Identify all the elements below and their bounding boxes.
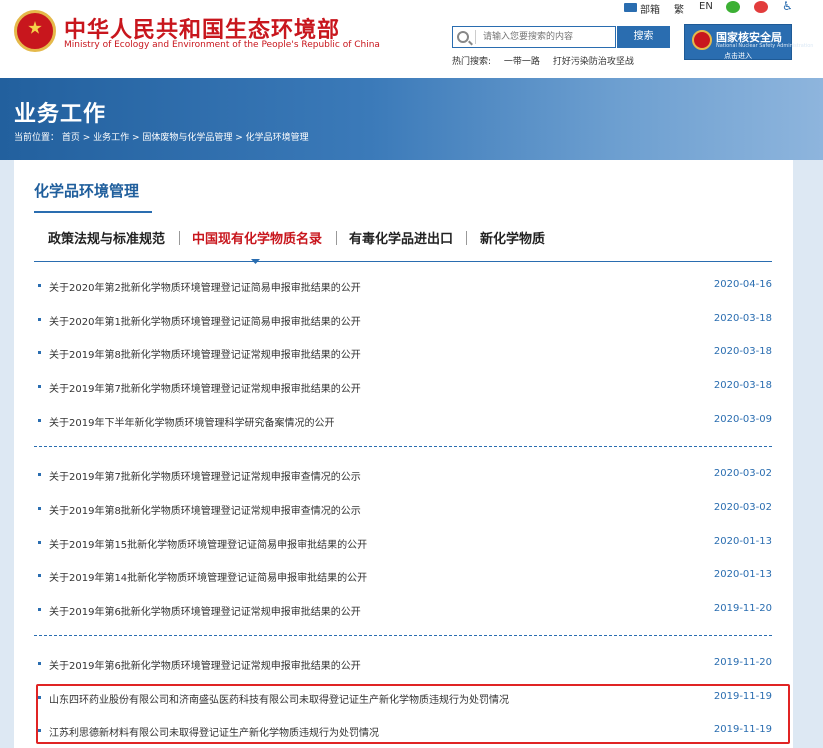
traditional-chinese-link[interactable]: 繁 [674, 1, 684, 16]
nsa-name-en: National Nuclear Safety Administration [716, 43, 814, 49]
article-date: 2020-01-13 [713, 569, 772, 580]
article-date: 2020-03-02 [713, 468, 772, 479]
search-button[interactable]: 搜索 [617, 26, 670, 48]
accessibility-icon: ♿ [782, 0, 793, 13]
article-title[interactable]: 关于2019年第6批新化学物质环境管理登记证常规申报审批结果的公开 [49, 603, 361, 618]
wechat-icon [726, 1, 740, 13]
group-divider [34, 446, 772, 447]
article-date: 2020-03-18 [713, 346, 772, 357]
article-date: 2020-03-02 [713, 502, 772, 513]
article-title[interactable]: 关于2019年第6批新化学物质环境管理登记证常规申报审批结果的公开 [49, 657, 361, 672]
tab-divider [336, 231, 337, 245]
group-divider [34, 635, 772, 636]
mail-icon [624, 3, 637, 12]
article-date: 2019-11-20 [713, 657, 772, 668]
article-title[interactable]: 关于2020年第1批新化学物质环境管理登记证简易申报审批结果的公开 [49, 313, 361, 328]
search-icon [457, 31, 469, 43]
bullet-icon [38, 608, 41, 611]
mail-label: 部箱 [640, 5, 660, 16]
section-title-underline [34, 211, 152, 213]
bullet-icon [38, 318, 41, 321]
tab-existing-chemicals[interactable]: 中国现有化学物质名录 [192, 228, 322, 247]
article-date: 2020-03-09 [713, 414, 772, 425]
list-item[interactable]: 关于2019年第8批新化学物质环境管理登记证常规申报审查情况的公示 2020-0… [34, 499, 772, 519]
nsa-emblem-icon [692, 30, 712, 50]
bullet-icon [38, 284, 41, 287]
tab-divider [179, 231, 180, 245]
section-banner: 业务工作 当前位置： 首页 > 业务工作 > 固体废物与化学品管理 > 化学品环… [0, 78, 823, 160]
bullet-icon [38, 574, 41, 577]
tab-new-chemicals[interactable]: 新化学物质 [480, 228, 545, 247]
bullet-icon [38, 419, 41, 422]
list-item[interactable]: 关于2020年第2批新化学物质环境管理登记证简易申报审批结果的公开 2020-0… [34, 276, 772, 296]
list-item[interactable]: 关于2019年第7批新化学物质环境管理登记证常规申报审查情况的公示 2020-0… [34, 465, 772, 485]
article-date: 2020-03-18 [713, 313, 772, 324]
article-title[interactable]: 关于2019年第7批新化学物质环境管理登记证常规申报审批结果的公开 [49, 380, 361, 395]
list-item[interactable]: 关于2019年第8批新化学物质环境管理登记证常规申报审批结果的公开 2020-0… [34, 343, 772, 363]
hot-search-item[interactable]: 打好污染防治攻坚战 [553, 57, 634, 67]
nsa-enter-label: 点击进入 [724, 52, 752, 60]
national-emblem-icon[interactable] [14, 10, 56, 52]
list-item[interactable]: 关于2019年第14批新化学物质环境管理登记证简易申报审批结果的公开 2020-… [34, 566, 772, 586]
search-input[interactable] [483, 29, 613, 45]
tab-bar-underline [34, 261, 772, 262]
bullet-icon [38, 385, 41, 388]
highlight-box [36, 684, 790, 744]
bullet-icon [38, 473, 41, 476]
list-item[interactable]: 关于2020年第1批新化学物质环境管理登记证简易申报审批结果的公开 2020-0… [34, 310, 772, 330]
english-link[interactable]: EN [699, 1, 713, 12]
hot-search-label: 热门搜索: [452, 57, 492, 67]
list-item[interactable]: 关于2019年下半年新化学物质环境管理科学研究备案情况的公开 2020-03-0… [34, 411, 772, 431]
section-title: 化学品环境管理 [34, 182, 140, 200]
list-item[interactable]: 关于2019年第6批新化学物质环境管理登记证常规申报审批结果的公开 2019-1… [34, 600, 772, 620]
bullet-icon [38, 351, 41, 354]
nsa-link-banner[interactable]: 国家核安全局 National Nuclear Safety Administr… [684, 24, 813, 60]
list-item[interactable]: 关于2019年第7批新化学物质环境管理登记证常规申报审批结果的公开 2020-0… [34, 377, 772, 397]
hot-search-item[interactable]: 一带一路 [504, 57, 540, 67]
weibo-icon [754, 1, 768, 13]
org-name-en: Ministry of Ecology and Environment of t… [64, 40, 380, 50]
tab-toxic-chemicals-import-export[interactable]: 有毒化学品进出口 [349, 228, 453, 247]
page-title: 业务工作 [14, 102, 107, 127]
search-divider [475, 30, 476, 44]
article-title[interactable]: 关于2019年第15批新化学物质环境管理登记证简易申报审批结果的公开 [49, 536, 367, 551]
bullet-icon [38, 541, 41, 544]
breadcrumb[interactable]: 当前位置： 首页 > 业务工作 > 固体废物与化学品管理 > 化学品环境管理 [14, 130, 309, 143]
article-date: 2020-01-13 [713, 536, 772, 547]
site-header: 中华人民共和国生态环境部 Ministry of Ecology and Env… [0, 0, 823, 78]
article-title[interactable]: 关于2020年第2批新化学物质环境管理登记证简易申报审批结果的公开 [49, 279, 361, 294]
article-title[interactable]: 关于2019年第7批新化学物质环境管理登记证常规申报审查情况的公示 [49, 468, 361, 483]
list-item[interactable]: 关于2019年第6批新化学物质环境管理登记证常规申报审批结果的公开 2019-1… [34, 654, 772, 674]
article-date: 2020-03-18 [713, 380, 772, 391]
bullet-icon [38, 507, 41, 510]
article-date: 2020-04-16 [713, 279, 772, 290]
tab-divider [466, 231, 467, 245]
list-item[interactable]: 关于2019年第15批新化学物质环境管理登记证简易申报审批结果的公开 2020-… [34, 533, 772, 553]
bullet-icon [38, 662, 41, 665]
article-title[interactable]: 关于2019年第8批新化学物质环境管理登记证常规申报审查情况的公示 [49, 502, 361, 517]
article-date: 2019-11-20 [713, 603, 772, 614]
tab-policy-standards[interactable]: 政策法规与标准规范 [48, 228, 165, 247]
article-title[interactable]: 关于2019年第8批新化学物质环境管理登记证常规申报审批结果的公开 [49, 346, 361, 361]
hot-search: 热门搜索: 一带一路 打好污染防治攻坚战 [452, 54, 644, 67]
search-box [452, 26, 616, 48]
article-title[interactable]: 关于2019年第14批新化学物质环境管理登记证简易申报审批结果的公开 [49, 569, 367, 584]
article-title[interactable]: 关于2019年下半年新化学物质环境管理科学研究备案情况的公开 [49, 414, 334, 429]
